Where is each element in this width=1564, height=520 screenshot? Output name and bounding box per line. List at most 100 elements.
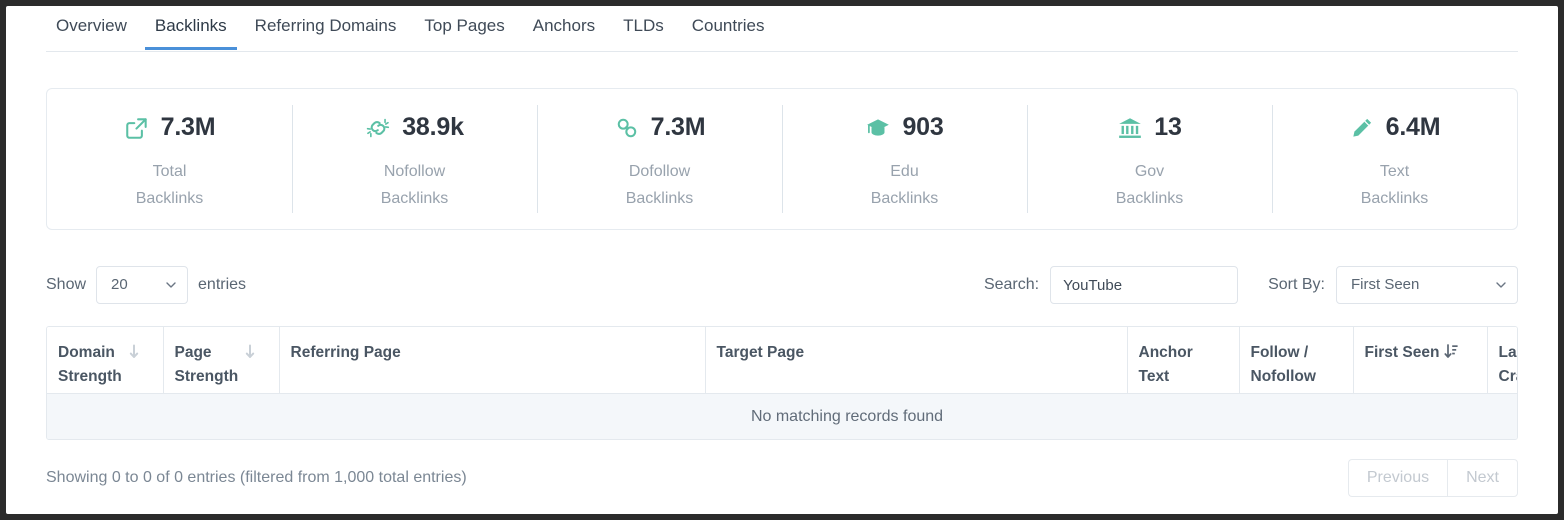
backlinks-table-container: DomainStrengthPageStrengthReferring Page… (46, 326, 1518, 440)
sort-arrow-icon[interactable] (243, 344, 257, 361)
sort-by-select[interactable]: First Seen (1336, 266, 1518, 304)
previous-page-button[interactable]: Previous (1348, 459, 1447, 497)
stat-value-row: 13 (1117, 111, 1181, 145)
stat-label-line2: Backlinks (1361, 185, 1429, 212)
tab-overview[interactable]: Overview (46, 16, 137, 50)
col-header-inner: DomainStrength (58, 341, 152, 389)
col-header-inner: Follow /Nofollow (1251, 341, 1342, 389)
empty-state-message: No matching records found (47, 393, 1518, 440)
tab-countries[interactable]: Countries (682, 16, 775, 50)
stat-label-line1: Nofollow (381, 158, 449, 185)
chevron-down-icon (166, 282, 176, 288)
col-header-inner: LastCraw (1499, 341, 1519, 389)
page-length-select[interactable]: 20 (96, 266, 188, 304)
stat-value: 7.3M (161, 113, 216, 142)
col-header-line1: Referring Page (291, 341, 401, 365)
stat-gov-backlinks: 13 GovBacklinks (1027, 89, 1272, 229)
col-header-line2: Nofollow (1251, 365, 1316, 389)
col-header-line1: Page (175, 341, 239, 365)
col-header-text: DomainStrength (58, 341, 122, 389)
stat-label: DofollowBacklinks (626, 158, 694, 212)
sort-desc-active-icon[interactable] (1444, 344, 1458, 361)
chevron-down-icon (1496, 282, 1506, 288)
col-header-last[interactable]: LastCraw (1487, 327, 1518, 393)
stat-label-line1: Text (1361, 158, 1429, 185)
backlinks-panel: OverviewBacklinksReferring DomainsTop Pa… (6, 6, 1558, 514)
tab-anchors[interactable]: Anchors (523, 16, 605, 50)
col-header-line1: Target Page (717, 341, 805, 365)
stat-label-line2: Backlinks (136, 185, 204, 212)
tab-tlds[interactable]: TLDs (613, 16, 674, 50)
broken-link-icon (365, 115, 391, 141)
stat-total-backlinks: 7.3M TotalBacklinks (47, 89, 292, 229)
col-header-line1: Follow / (1251, 341, 1316, 365)
col-header-referring-page[interactable]: Referring Page (279, 327, 705, 393)
stat-value-row: 903 (865, 111, 943, 145)
backlinks-table: DomainStrengthPageStrengthReferring Page… (47, 327, 1518, 440)
stat-label-line1: Total (136, 158, 204, 185)
stat-value: 6.4M (1386, 113, 1441, 142)
col-header-line2: Text (1139, 365, 1193, 389)
col-header-text: First Seen (1365, 341, 1440, 365)
table-controls: Show 20 entries Search: Sort By: First S… (46, 264, 1518, 306)
stat-nofollow-backlinks: 38.9k NofollowBacklinks (292, 89, 537, 229)
bank-icon (1117, 115, 1143, 141)
col-header-inner: Target Page (717, 341, 1116, 365)
col-header-text: AnchorText (1139, 341, 1193, 389)
col-header-first-seen[interactable]: First Seen (1353, 327, 1487, 393)
stat-value: 38.9k (402, 113, 464, 142)
backlink-stats-card: 7.3MTotalBacklinks38.9kNofollowBacklinks… (46, 88, 1518, 230)
col-header-follow[interactable]: Follow /Nofollow (1239, 327, 1353, 393)
stat-label-line1: Gov (1116, 158, 1184, 185)
tab-top-pages[interactable]: Top Pages (414, 16, 514, 50)
stat-label-line2: Backlinks (626, 185, 694, 212)
stat-label-line2: Backlinks (1116, 185, 1184, 212)
search-input[interactable] (1050, 266, 1238, 304)
col-header-text: Referring Page (291, 341, 401, 365)
pencil-icon (1349, 115, 1375, 141)
stat-value: 13 (1154, 113, 1181, 142)
stat-label: GovBacklinks (1116, 158, 1184, 212)
col-header-domain[interactable]: DomainStrength (47, 327, 163, 393)
next-page-button[interactable]: Next (1447, 459, 1518, 497)
search-label: Search: (984, 276, 1039, 294)
stat-label-line2: Backlinks (871, 185, 939, 212)
col-header-inner: PageStrength (175, 341, 268, 389)
stat-label: TextBacklinks (1361, 158, 1429, 212)
col-header-inner: Referring Page (291, 341, 694, 365)
sort-by-label: Sort By: (1268, 276, 1325, 294)
col-header-target-page[interactable]: Target Page (705, 327, 1127, 393)
chain-link-icon (614, 115, 640, 141)
tab-backlinks[interactable]: Backlinks (145, 16, 237, 50)
page-length-value: 20 (111, 276, 128, 293)
col-header-page[interactable]: PageStrength (163, 327, 279, 393)
col-header-line1: Last (1499, 341, 1519, 365)
col-header-line1: Domain (58, 341, 122, 365)
col-header-line2: Craw (1499, 365, 1519, 389)
show-entries-label: Show (46, 276, 86, 294)
col-header-inner: AnchorText (1139, 341, 1228, 389)
stat-label-line2: Backlinks (381, 185, 449, 212)
col-header-inner: First Seen (1365, 341, 1476, 365)
stat-value: 7.3M (651, 113, 706, 142)
col-header-line1: First Seen (1365, 341, 1440, 365)
col-header-text: PageStrength (175, 341, 239, 389)
stat-value-row: 7.3M (124, 111, 216, 145)
col-header-text: LastCraw (1499, 341, 1519, 389)
col-header-line2: Strength (58, 365, 122, 389)
table-header-row: DomainStrengthPageStrengthReferring Page… (47, 327, 1518, 393)
stat-value-row: 38.9k (365, 111, 464, 145)
sort-arrow-icon[interactable] (127, 344, 141, 361)
stat-text-backlinks: 6.4M TextBacklinks (1272, 89, 1517, 229)
col-header-anchor[interactable]: AnchorText (1127, 327, 1239, 393)
col-header-text: Target Page (717, 341, 805, 365)
stat-value: 903 (902, 113, 943, 142)
pagination: Previous Next (1348, 459, 1518, 497)
sort-by-value: First Seen (1351, 276, 1419, 293)
stat-label-line1: Edu (871, 158, 939, 185)
stat-label: NofollowBacklinks (381, 158, 449, 212)
tab-referring-domains[interactable]: Referring Domains (245, 16, 407, 50)
col-header-line2: Strength (175, 365, 239, 389)
graduation-cap-icon (865, 115, 891, 141)
stat-label: TotalBacklinks (136, 158, 204, 212)
